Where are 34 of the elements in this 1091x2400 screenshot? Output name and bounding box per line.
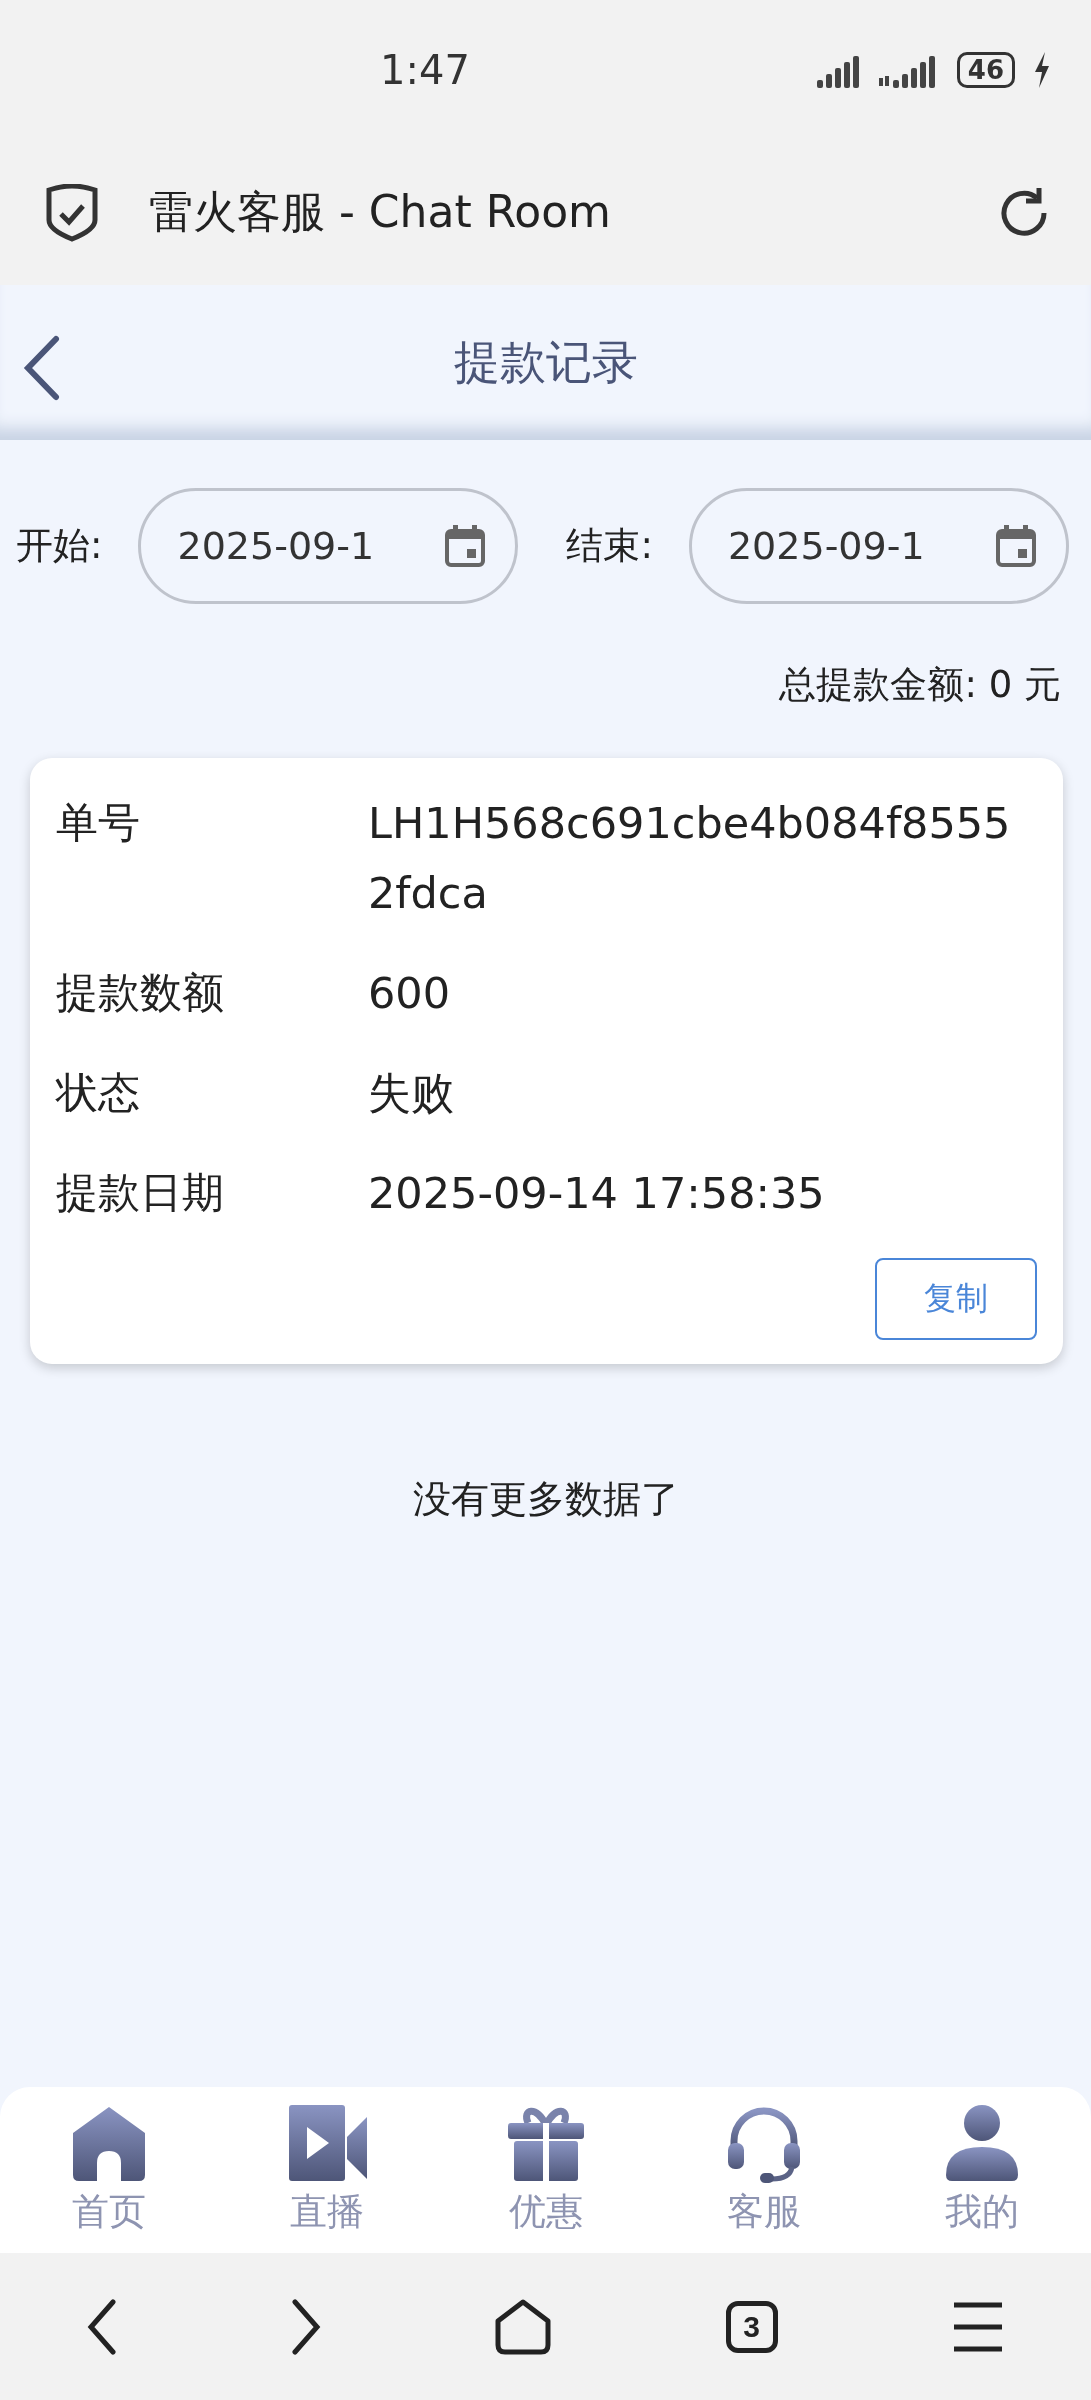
field-label: 提款日期 xyxy=(56,1167,225,1219)
tab[interactable]: 直播 xyxy=(218,2087,437,2253)
date-label: 结束: xyxy=(566,523,653,569)
date-label: 开始: xyxy=(16,523,103,569)
field-value: 2025-09-14 17:58:35 xyxy=(368,1167,826,1220)
page-title: 雷火客服 - Chat Room xyxy=(149,185,612,239)
header-title: 提款记录 xyxy=(453,333,638,391)
back-icon[interactable] xyxy=(87,2298,118,2355)
shield-check-icon[interactable] xyxy=(45,183,99,242)
field-value: 600 xyxy=(368,967,452,1020)
field-label: 状态 xyxy=(56,1067,141,1119)
field-value: 失败 xyxy=(368,1067,455,1120)
battery-level: 46 xyxy=(956,52,1015,88)
total-amount: 总提款金额: 0 元 xyxy=(779,662,1061,708)
field-value: LH1H568c691cbe4b084f85552fdca xyxy=(368,797,1012,920)
home-icon[interactable] xyxy=(495,2298,552,2355)
back-button[interactable] xyxy=(22,335,62,401)
field-label: 提款数额 xyxy=(56,967,225,1019)
tab[interactable]: 客服 xyxy=(654,2087,873,2253)
field-label: 单号 xyxy=(56,797,141,849)
tab[interactable]: 优惠 xyxy=(436,2087,655,2253)
tab[interactable]: 首页 xyxy=(0,2087,219,2253)
video-camera-icon xyxy=(287,2103,368,2183)
status-time: 1:47 xyxy=(380,47,471,93)
date-field[interactable]: 2025-09-1 xyxy=(138,488,519,604)
end-note: 没有更多数据了 xyxy=(412,1476,679,1523)
copy-button[interactable]: 复制 xyxy=(875,1258,1037,1340)
tab-count-button[interactable]: 3 xyxy=(725,2300,778,2353)
menu-icon[interactable] xyxy=(951,2300,1004,2353)
tab[interactable]: 我的 xyxy=(872,2087,1091,2253)
forward-icon[interactable] xyxy=(291,2298,322,2355)
calendar-icon[interactable] xyxy=(445,525,486,567)
calendar-icon[interactable] xyxy=(995,525,1036,567)
date-field[interactable]: 2025-09-1 xyxy=(688,488,1069,604)
